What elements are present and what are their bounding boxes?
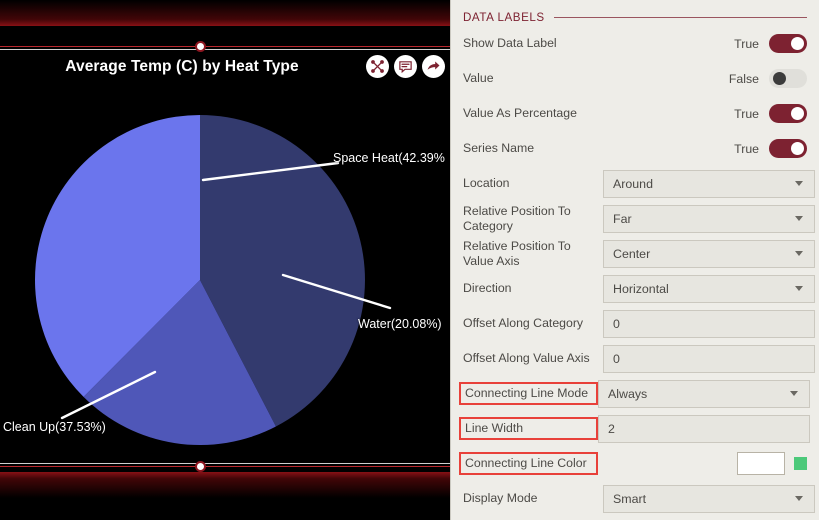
toggle-value-text: False xyxy=(728,71,759,86)
property-row: Relative Position To Value Axis Center xyxy=(451,236,819,271)
chevron-down-icon xyxy=(795,286,803,291)
dropdown[interactable]: Horizontal xyxy=(603,274,815,303)
properties-panel: DATA LABELS Show Data Label True Value Fals… xyxy=(450,0,819,520)
toggle-switch[interactable] xyxy=(769,104,807,123)
property-label: Relative Position To Category xyxy=(463,204,571,233)
property-label: Value xyxy=(463,71,494,86)
property-row: Series Name True xyxy=(451,131,819,166)
chevron-down-icon xyxy=(795,496,803,501)
property-label: Offset Along Value Axis xyxy=(463,351,590,366)
property-control xyxy=(598,452,807,475)
section-title: DATA LABELS xyxy=(463,10,545,24)
dropdown[interactable]: Always xyxy=(598,379,810,408)
property-label: Connecting Line Mode xyxy=(459,382,598,405)
toggle-value-text: True xyxy=(734,141,759,156)
property-control: True xyxy=(603,104,807,123)
property-row: Connecting Line Mode Always xyxy=(451,376,819,411)
text-input[interactable]: 0 xyxy=(603,344,815,373)
chevron-down-icon xyxy=(795,181,803,186)
property-row: Direction Horizontal xyxy=(451,271,819,306)
property-label: Display Mode xyxy=(463,491,538,506)
pie-label-clean-up: Clean Up(37.53%) xyxy=(3,420,106,434)
pie-label-space-heat: Space Heat(42.39% xyxy=(333,151,445,165)
property-control: True xyxy=(603,34,807,53)
property-label: Value As Percentage xyxy=(463,106,577,121)
property-row: Relative Position To Category Far xyxy=(451,201,819,236)
property-row: Display Mode Smart xyxy=(451,481,819,516)
property-control: False xyxy=(603,69,807,88)
property-label: Relative Position To Value Axis xyxy=(463,239,571,268)
property-control: Smart xyxy=(603,484,815,513)
property-control: Always xyxy=(598,379,810,408)
pie-label-water: Water(20.08%) xyxy=(358,317,442,331)
property-control: Horizontal xyxy=(603,274,815,303)
dropdown-value: Around xyxy=(613,176,653,191)
property-row: Offset Along Value Axis 0 xyxy=(451,341,819,376)
dropdown[interactable]: Far xyxy=(603,204,815,233)
property-label: Show Data Label xyxy=(463,36,557,51)
section-header-data-labels: DATA LABELS xyxy=(451,0,819,26)
text-input[interactable]: 2 xyxy=(598,414,810,443)
dropdown-value: Smart xyxy=(613,491,647,506)
text-input-value: 2 xyxy=(608,421,615,436)
dropdown[interactable]: Around xyxy=(603,169,815,198)
property-label: Connecting Line Color xyxy=(459,452,598,475)
app-root: Average Temp (C) by Heat Type Space Heat… xyxy=(0,0,819,520)
toggle-switch[interactable] xyxy=(769,139,807,158)
property-label: Offset Along Category xyxy=(463,316,584,331)
property-row: Line Width 2 xyxy=(451,411,819,446)
chevron-down-icon xyxy=(795,216,803,221)
color-swatch[interactable] xyxy=(737,452,785,475)
dropdown-value: Always xyxy=(608,386,648,401)
dropdown[interactable]: Center xyxy=(603,239,815,268)
pie-chart[interactable]: Space Heat(42.39% Water(20.08%) Clean Up… xyxy=(0,0,450,520)
property-row: Location Around xyxy=(451,166,819,201)
property-control: Far xyxy=(603,204,815,233)
toggle-knob xyxy=(791,107,804,120)
toggle-knob xyxy=(791,142,804,155)
property-row: Connecting Line Color xyxy=(451,446,819,481)
toggle-value-text: True xyxy=(734,36,759,51)
dropdown-value: Far xyxy=(613,211,632,226)
dropdown[interactable]: Smart xyxy=(603,484,815,513)
color-chip-indicator[interactable] xyxy=(794,457,807,470)
section-rule xyxy=(553,16,807,18)
dropdown-value: Horizontal xyxy=(613,281,669,296)
property-control: Center xyxy=(603,239,815,268)
property-label: Series Name xyxy=(463,141,535,156)
property-control: Around xyxy=(603,169,815,198)
property-rows: Show Data Label True Value False Value As Pe… xyxy=(451,26,819,516)
text-input-value: 0 xyxy=(613,316,620,331)
property-row: Show Data Label True xyxy=(451,26,819,61)
toggle-switch[interactable] xyxy=(769,69,807,88)
property-control: 0 xyxy=(603,309,815,338)
property-row: Value False xyxy=(451,61,819,96)
property-control: 0 xyxy=(603,344,815,373)
pie-svg xyxy=(35,115,392,445)
text-input[interactable]: 0 xyxy=(603,309,815,338)
toggle-knob xyxy=(773,72,786,85)
property-control: True xyxy=(603,139,807,158)
chart-pane: Average Temp (C) by Heat Type Space Heat… xyxy=(0,0,450,520)
text-input-value: 0 xyxy=(613,351,620,366)
dropdown-value: Center xyxy=(613,246,651,261)
property-row: Value As Percentage True xyxy=(451,96,819,131)
chevron-down-icon xyxy=(795,251,803,256)
toggle-switch[interactable] xyxy=(769,34,807,53)
color-picker xyxy=(737,452,807,475)
property-control: 2 xyxy=(598,414,810,443)
property-label: Line Width xyxy=(459,417,598,440)
property-label: Location xyxy=(463,176,510,191)
toggle-knob xyxy=(791,37,804,50)
toggle-value-text: True xyxy=(734,106,759,121)
property-label: Direction xyxy=(463,281,512,296)
chevron-down-icon xyxy=(790,391,798,396)
property-row: Offset Along Category 0 xyxy=(451,306,819,341)
